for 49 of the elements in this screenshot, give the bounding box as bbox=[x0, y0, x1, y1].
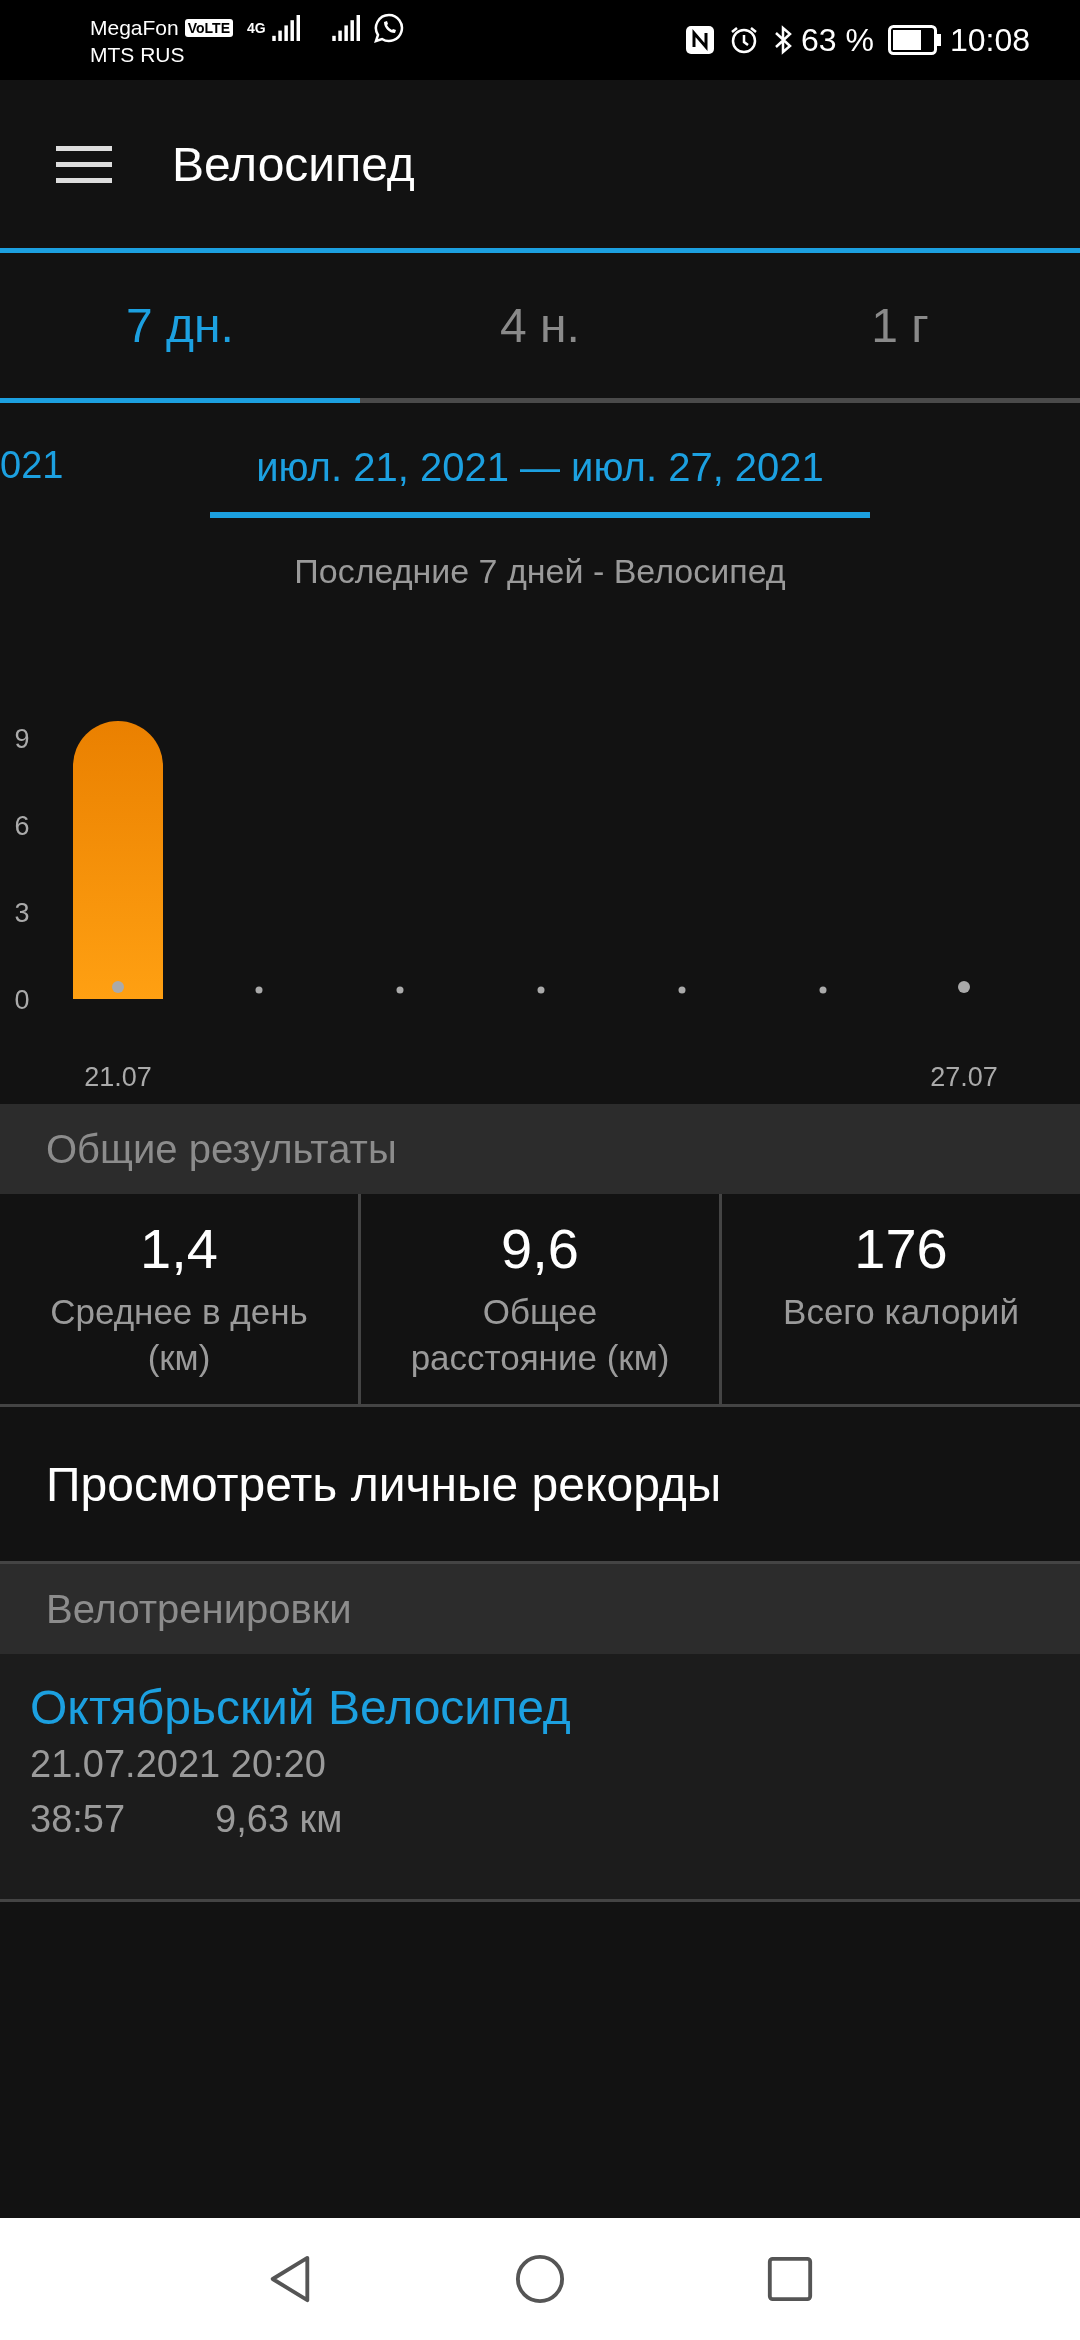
network-type: 4G bbox=[247, 20, 266, 36]
screen-title: Велосипед bbox=[172, 136, 415, 192]
carrier-name: MTS RUS bbox=[90, 43, 186, 67]
day-dot bbox=[678, 986, 686, 994]
carrier-name: MegaFon bbox=[90, 16, 179, 40]
chat-icon bbox=[373, 13, 404, 43]
recents-icon[interactable] bbox=[765, 2254, 815, 2304]
activity-datetime: 21.07.2021 20:20 bbox=[30, 1743, 327, 1786]
period-tab[interactable]: 4 н. bbox=[360, 253, 720, 403]
day-dot bbox=[255, 986, 263, 994]
axis-tick-label: 6 bbox=[14, 811, 30, 842]
current-date-range[interactable]: июл. 21, 2021 — июл. 27, 2021 bbox=[210, 423, 870, 518]
home-icon[interactable] bbox=[515, 2254, 565, 2304]
battery-percent: 63 % bbox=[801, 21, 874, 59]
section-header: Общие результаты bbox=[0, 1104, 1080, 1194]
day-dot bbox=[537, 986, 545, 994]
previous-date-range[interactable]: 021 bbox=[0, 444, 64, 487]
stat-label: Всего калорий bbox=[783, 1291, 1019, 1333]
day-dot bbox=[396, 986, 404, 994]
axis-tick-label: 9 bbox=[14, 724, 30, 755]
activity-duration: 38:57 bbox=[30, 1798, 126, 1841]
stat-value: 176 bbox=[854, 1216, 948, 1281]
section-header: Велотренировки bbox=[0, 1564, 1080, 1654]
axis-tick-label: 0 bbox=[14, 985, 30, 1015]
stat-value: 9,6 bbox=[501, 1216, 579, 1281]
day-dot bbox=[819, 986, 827, 994]
day-dot bbox=[112, 981, 124, 993]
activity-card[interactable]: Октябрьский Велосипед 21.07.2021 20:20 38:57 9,63 км bbox=[0, 1654, 1080, 1902]
signal-icon bbox=[331, 15, 362, 41]
nfc-icon bbox=[685, 25, 715, 55]
signal-icon bbox=[271, 15, 302, 41]
stat-value: 1,4 bbox=[140, 1216, 218, 1281]
menu-icon[interactable] bbox=[56, 144, 112, 184]
stat-label: Общее расстояние (км) bbox=[409, 1291, 671, 1379]
stat-label: Среднее в день (км) bbox=[49, 1291, 309, 1379]
activity-distance: 9,63 км bbox=[215, 1798, 343, 1841]
clock-time: 10:08 bbox=[949, 21, 1030, 59]
volte-badge: VoLTE bbox=[184, 19, 233, 37]
axis-tick-label: 3 bbox=[14, 898, 30, 929]
battery-icon bbox=[887, 25, 942, 55]
chart-title: Последние 7 дней - Велосипед bbox=[293, 551, 787, 592]
period-tab[interactable]: 7 дн. bbox=[0, 253, 360, 403]
axis-date-label: 27.07 bbox=[930, 1062, 998, 1092]
alarm-icon bbox=[729, 25, 759, 55]
day-dot bbox=[958, 981, 970, 993]
bluetooth-icon bbox=[773, 25, 793, 55]
period-tab[interactable]: 1 г bbox=[720, 253, 1080, 403]
axis-date-label: 21.07 bbox=[84, 1062, 152, 1092]
activity-name: Октябрьский Велосипед bbox=[30, 1680, 572, 1735]
